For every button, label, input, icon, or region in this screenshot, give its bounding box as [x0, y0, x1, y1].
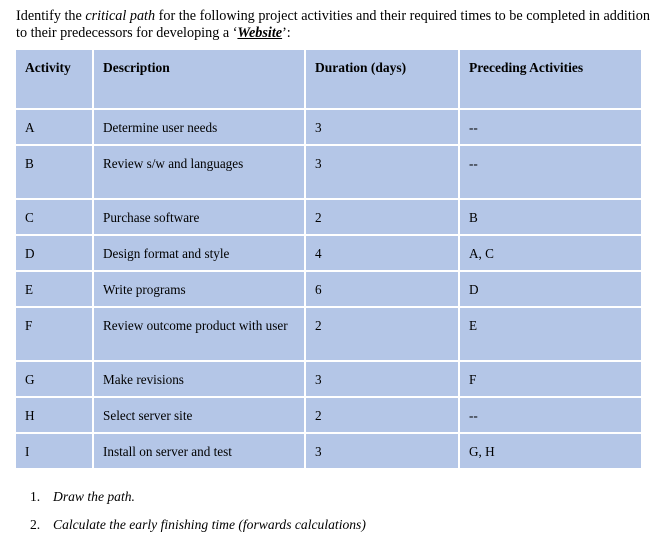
- activity-cell: C: [16, 200, 92, 234]
- table-row: D Design format and style 4 A, C: [16, 236, 641, 270]
- duration-cell: 4: [306, 236, 458, 270]
- question-item: 1. Draw the path.: [16, 488, 366, 516]
- table-row: H Select server site 2 --: [16, 398, 641, 432]
- activity-cell: H: [16, 398, 92, 432]
- duration-cell: 6: [306, 272, 458, 306]
- description-cell: Purchase software: [94, 200, 304, 234]
- duration-cell: 3: [306, 434, 458, 468]
- question-number: 2.: [30, 517, 41, 532]
- preceding-cell: --: [460, 146, 641, 198]
- activity-cell: D: [16, 236, 92, 270]
- preceding-cell: --: [460, 110, 641, 144]
- duration-cell: 2: [306, 200, 458, 234]
- description-cell: Write programs: [94, 272, 304, 306]
- preceding-cell: --: [460, 398, 641, 432]
- question-text: Draw the path.: [53, 489, 135, 504]
- question-text: Calculate the early finishing time (forw…: [53, 517, 366, 532]
- critical-path-emphasis: critical path: [85, 8, 156, 24]
- intro-text-start: Identify the: [16, 8, 86, 24]
- header-preceding: Preceding Activities: [460, 50, 641, 108]
- preceding-cell: D: [460, 272, 641, 306]
- description-cell: Install on server and test: [94, 434, 304, 468]
- questions-list: 1. Draw the path. 2. Calculate the early…: [16, 488, 366, 544]
- close-quote: ’:: [282, 25, 291, 41]
- preceding-cell: F: [460, 362, 641, 396]
- duration-cell: 3: [306, 146, 458, 198]
- description-cell: Review s/w and languages: [94, 146, 304, 198]
- preceding-cell: E: [460, 308, 641, 360]
- preceding-cell: G, H: [460, 434, 641, 468]
- duration-cell: 2: [306, 308, 458, 360]
- header-description: Description: [94, 50, 304, 108]
- description-cell: Design format and style: [94, 236, 304, 270]
- description-cell: Determine user needs: [94, 110, 304, 144]
- table-row: I Install on server and test 3 G, H: [16, 434, 641, 468]
- duration-cell: 2: [306, 398, 458, 432]
- table-header-row: Activity Description Duration (days) Pre…: [16, 50, 641, 108]
- intro-paragraph: Identify the critical path for the follo…: [16, 8, 656, 42]
- table-row: C Purchase software 2 B: [16, 200, 641, 234]
- description-cell: Review outcome product with user: [94, 308, 304, 360]
- table-row: G Make revisions 3 F: [16, 362, 641, 396]
- duration-cell: 3: [306, 110, 458, 144]
- preceding-cell: B: [460, 200, 641, 234]
- website-keyword: Website: [237, 25, 283, 41]
- activities-table: Activity Description Duration (days) Pre…: [14, 48, 643, 470]
- activity-cell: E: [16, 272, 92, 306]
- activity-cell: B: [16, 146, 92, 198]
- activity-cell: I: [16, 434, 92, 468]
- question-number: 1.: [30, 489, 41, 504]
- table-row: E Write programs 6 D: [16, 272, 641, 306]
- table-row: A Determine user needs 3 --: [16, 110, 641, 144]
- question-item: 2. Calculate the early finishing time (f…: [16, 516, 366, 544]
- duration-cell: 3: [306, 362, 458, 396]
- header-duration: Duration (days): [306, 50, 458, 108]
- description-cell: Select server site: [94, 398, 304, 432]
- description-cell: Make revisions: [94, 362, 304, 396]
- preceding-cell: A, C: [460, 236, 641, 270]
- activity-cell: F: [16, 308, 92, 360]
- activity-cell: G: [16, 362, 92, 396]
- table-row: F Review outcome product with user 2 E: [16, 308, 641, 360]
- activity-cell: A: [16, 110, 92, 144]
- table-row: B Review s/w and languages 3 --: [16, 146, 641, 198]
- header-activity: Activity: [16, 50, 92, 108]
